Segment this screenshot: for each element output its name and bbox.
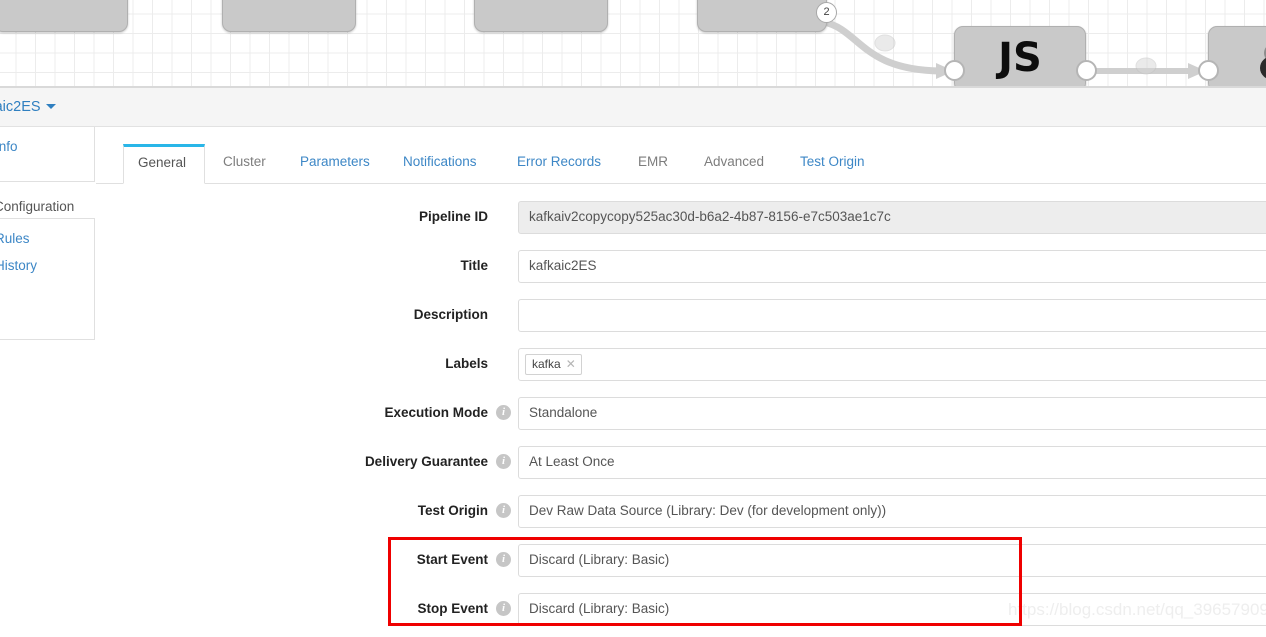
node-output-port[interactable] [1076,60,1097,81]
field-label: Pipeline ID [418,209,488,224]
tab-error-records[interactable]: Error Records [503,144,615,184]
test-origin-select[interactable]: Dev Raw Data Source (Library: Dev (for d… [518,495,1266,528]
pipeline-title-text: kafkaic2ES [0,99,41,115]
sidebar-item-rules[interactable]: Rules [0,219,94,246]
tab-cluster[interactable]: Cluster [209,144,280,184]
form-row-test-origin: Test Origin i Dev Raw Data Source (Libra… [96,490,1266,539]
form-row-description: Description [96,294,1266,343]
tab-test-origin[interactable]: Test Origin [786,144,879,184]
info-icon[interactable]: i [496,552,511,567]
elasticsearch-icon [1260,47,1266,79]
field-label: Description [413,307,488,322]
info-icon[interactable]: i [496,503,511,518]
pipeline-title-dropdown[interactable]: kafkaic2ES [0,99,56,115]
pipeline-node[interactable]: Stream Selector 1 [697,0,827,32]
start-event-select[interactable]: Discard (Library: Basic) [518,544,1266,577]
node-label: JS [998,35,1042,81]
form-row-execution-mode: Execution Mode i Standalone [96,392,1266,441]
info-icon[interactable]: i [496,454,511,469]
title-input[interactable]: kafkaic2ES [518,250,1266,283]
label-tag-text: kafka [532,357,561,371]
labels-input[interactable]: kafka ✕ [518,348,1266,381]
settings-tabbar: General Cluster Parameters Notifications… [96,127,1266,184]
label-tag: kafka ✕ [525,354,582,375]
execution-mode-select[interactable]: Standalone [518,397,1266,430]
pipeline-node[interactable]: kafka消费者 [0,0,128,32]
pipeline-node[interactable]: JSON Parser 1 [474,0,608,32]
field-label: Test Origin [417,503,488,518]
field-label: Title [460,258,488,273]
pipeline-node[interactable]: Field Replacer 1 [222,0,356,32]
watermark-text: https://blog.csdn.net/qq_39657909 [1008,600,1266,619]
field-label: Execution Mode [384,405,488,420]
node-output-count-badge: 2 [816,2,837,23]
sidebar-panel-rules-history: Rules History [0,218,95,340]
close-icon[interactable]: ✕ [566,357,576,371]
pipeline-titlebar: kafkaic2ES [0,88,1266,127]
info-icon[interactable]: i [496,405,511,420]
info-icon[interactable]: i [496,601,511,616]
general-settings-form: Pipeline ID kafkaiv2copycopy525ac30d-b6a… [96,184,1266,628]
field-label: Start Event [416,552,488,567]
tab-emr[interactable]: EMR [624,144,682,184]
sidebar-item-info[interactable]: Info [0,127,94,154]
sidebar-item-history[interactable]: History [0,246,94,273]
delivery-guarantee-select[interactable]: At Least Once [518,446,1266,479]
chevron-down-icon [45,104,56,109]
node-input-port[interactable] [944,60,965,81]
field-label: Stop Event [417,601,488,616]
sidebar-item-configuration[interactable]: Configuration [0,199,95,214]
description-input[interactable] [518,299,1266,332]
tab-notifications[interactable]: Notifications [389,144,491,184]
form-row-title: Title kafkaic2ES [96,245,1266,294]
tab-parameters[interactable]: Parameters [286,144,384,184]
form-row-labels: Labels kafka ✕ [96,343,1266,392]
field-label: Labels [445,356,488,371]
form-row-start-event: Start Event i Discard (Library: Basic) [96,539,1266,588]
tab-advanced[interactable]: Advanced [690,144,778,184]
left-sidebar: Info Configuration Rules History [0,127,95,340]
sidebar-panel-info: Info [0,127,95,182]
pipeline-node-javascript[interactable]: JS [954,26,1086,88]
field-label: Delivery Guarantee [364,454,488,469]
node-input-port[interactable] [1198,60,1219,81]
pipeline-canvas[interactable]: kafka消费者 Field Replacer 1 JSON Parser 1 … [0,0,1266,88]
tab-general[interactable]: General [123,144,205,184]
form-row-delivery-guarantee: Delivery Guarantee i At Least Once [96,441,1266,490]
form-row-pipeline-id: Pipeline ID kafkaiv2copycopy525ac30d-b6a… [96,196,1266,245]
pipeline-id-input: kafkaiv2copycopy525ac30d-b6a2-4b87-8156-… [518,201,1266,234]
pipeline-node[interactable] [1208,26,1266,88]
